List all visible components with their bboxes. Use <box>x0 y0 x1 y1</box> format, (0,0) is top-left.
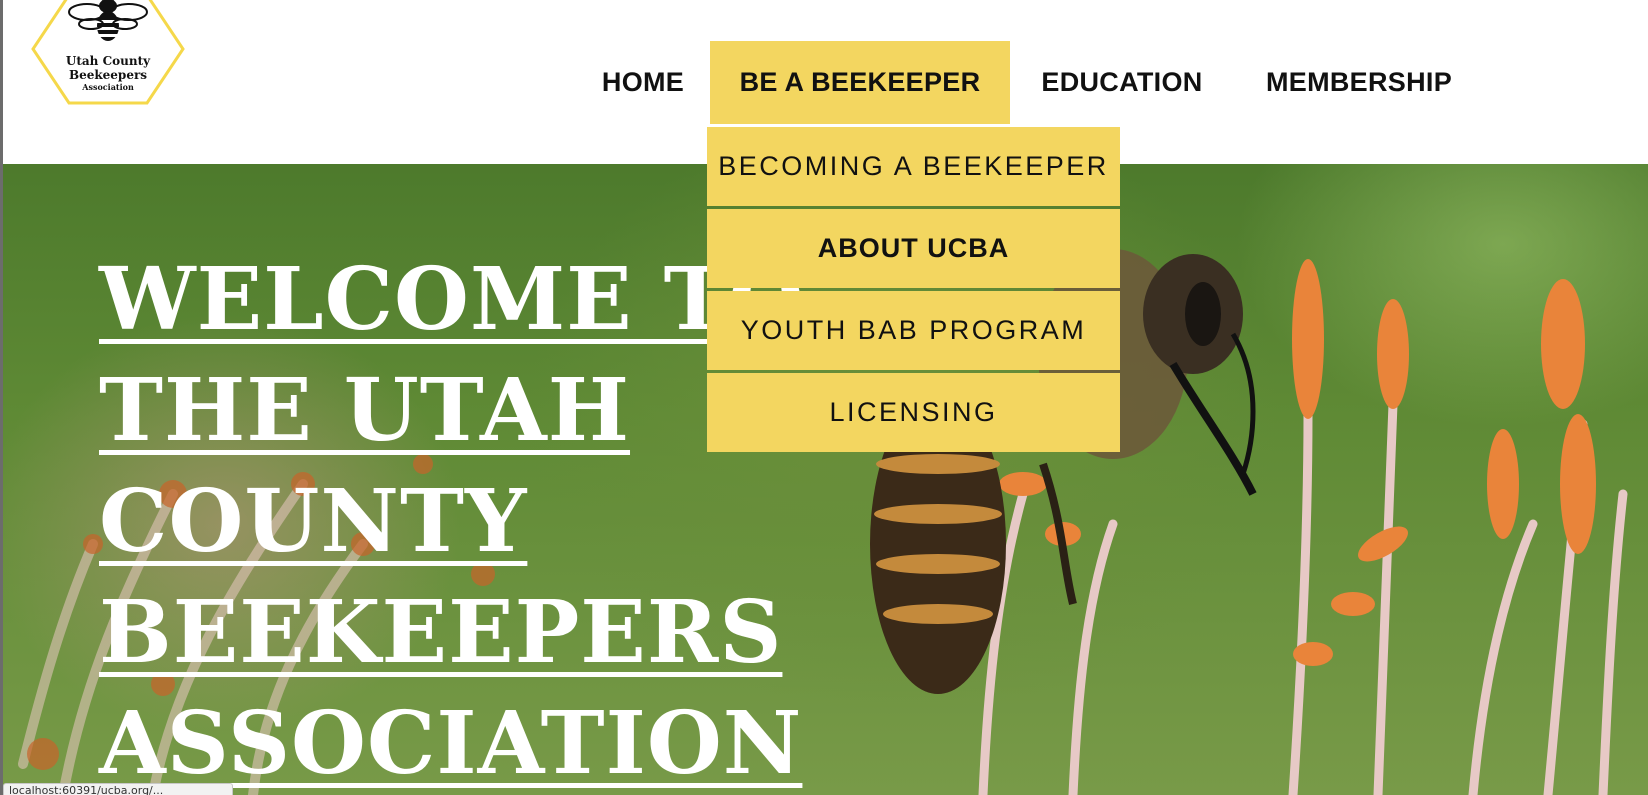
dropdown-item-becoming-a-beekeeper[interactable]: BECOMING A BEEKEEPER <box>707 127 1120 206</box>
dropdown-item-about-ucba[interactable]: ABOUT UCBA <box>707 209 1120 288</box>
logo-text-line3: Association <box>82 82 134 92</box>
logo-text-line1: Utah County <box>65 54 151 68</box>
link-status-bar: localhost:60391/ucba.org/... <box>3 783 233 795</box>
site-logo[interactable]: Utah County Beekeepers Association <box>31 0 185 105</box>
hero-title-line-3[interactable]: COUNTY <box>99 471 527 572</box>
nav-item-home[interactable]: HOME <box>593 41 693 124</box>
logo-text-line2: Beekeepers <box>68 68 148 82</box>
nav-item-be-a-beekeeper[interactable]: BE A BEEKEEPER <box>710 41 1010 124</box>
nav-item-membership[interactable]: MEMBERSHIP <box>1256 41 1462 124</box>
hero-title-line-5[interactable]: ASSOCIATION <box>99 693 802 794</box>
hero-title-line-1[interactable]: WELCOME TO <box>99 249 805 350</box>
dropdown-item-licensing[interactable]: LICENSING <box>707 373 1120 452</box>
hero-title-line-2[interactable]: THE UTAH <box>99 360 630 461</box>
nav-item-education[interactable]: EDUCATION <box>1033 41 1211 124</box>
hero-title-line-4[interactable]: BEEKEEPERS <box>99 582 782 683</box>
window-left-edge <box>0 0 3 795</box>
be-a-beekeeper-dropdown: BECOMING A BEEKEEPER ABOUT UCBA YOUTH BA… <box>707 127 1120 455</box>
dropdown-item-youth-bab-program[interactable]: YOUTH BAB PROGRAM <box>707 291 1120 370</box>
